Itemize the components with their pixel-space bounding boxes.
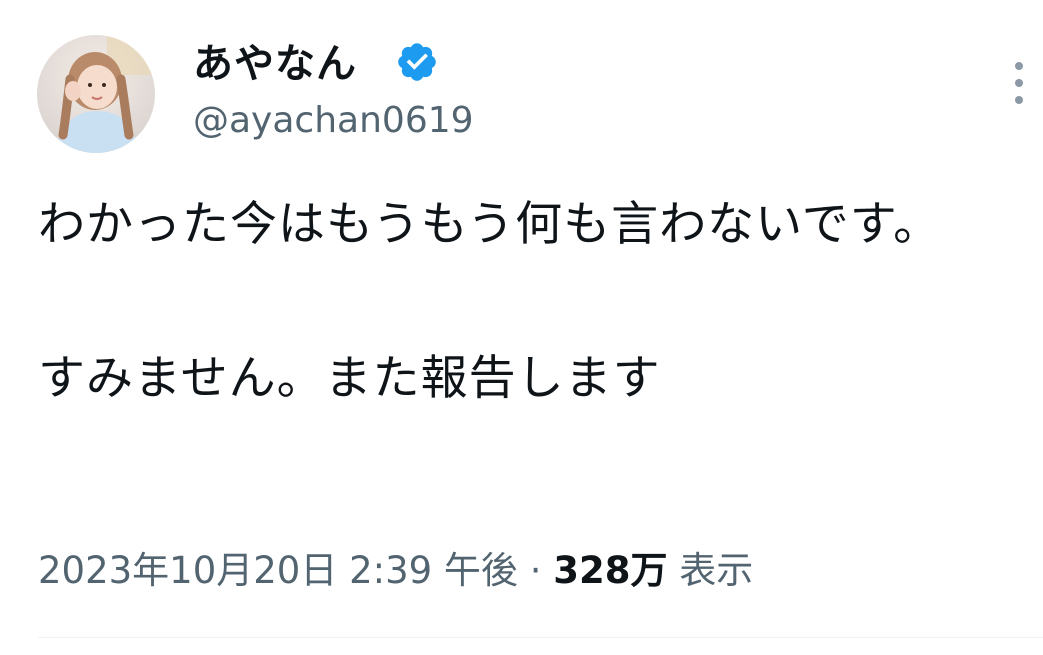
- divider: [38, 637, 1043, 638]
- views-label: 表示: [679, 549, 754, 592]
- author-display-name[interactable]: あやなん: [193, 38, 357, 90]
- more-options-icon[interactable]: [1004, 58, 1034, 108]
- views-count: 328万: [553, 549, 668, 592]
- tweet-text: わかった今はもうもう何も言わないです。 すみません。また報告します: [38, 197, 942, 406]
- author-avatar[interactable]: [37, 35, 155, 153]
- meta-separator: ·: [517, 549, 554, 592]
- author-handle[interactable]: @ayachan0619: [193, 98, 474, 144]
- tweet-meta: 2023年10月20日 2:39 午後 · 328万 表示: [38, 546, 753, 596]
- verified-badge-icon: [398, 43, 436, 81]
- tweet-timestamp[interactable]: 2023年10月20日 2:39 午後: [38, 549, 518, 592]
- avatar-image: [37, 35, 155, 153]
